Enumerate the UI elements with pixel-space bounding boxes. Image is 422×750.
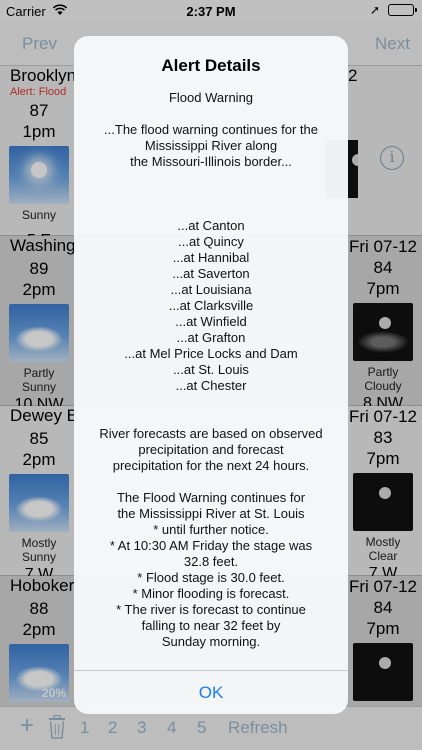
ok-button[interactable]: OK — [74, 671, 348, 714]
dialog-message: Flood Warning ...The flood warning conti… — [99, 90, 323, 649]
alert-dialog: Alert Details Flood Warning ...The flood… — [74, 36, 348, 714]
dialog-title: Alert Details — [161, 56, 261, 75]
